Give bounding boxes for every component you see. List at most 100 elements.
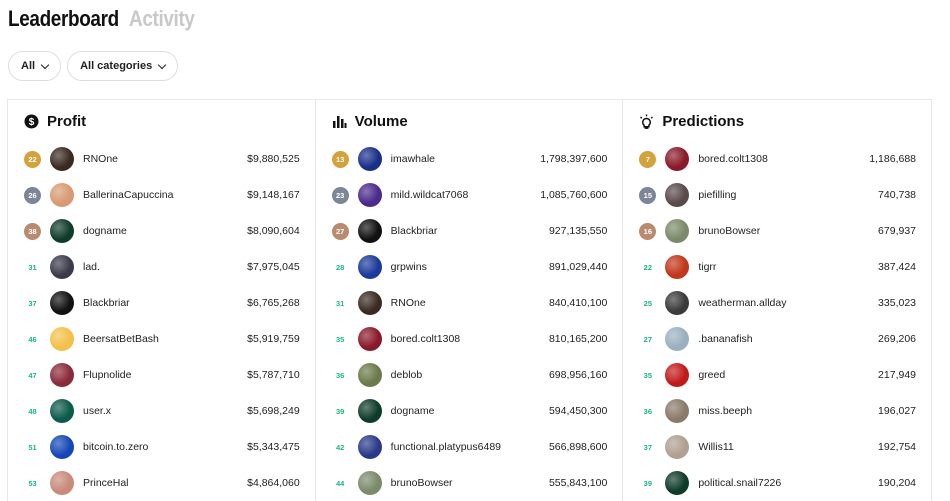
username[interactable]: imawhale xyxy=(391,153,541,165)
leaderboard-row[interactable]: 22 tigrr 387,424 xyxy=(623,249,931,285)
username[interactable]: lad. xyxy=(83,261,247,273)
avatar[interactable] xyxy=(50,147,74,171)
avatar[interactable] xyxy=(665,255,690,279)
rank-badge: 16 xyxy=(639,222,657,240)
username[interactable]: bored.colt1308 xyxy=(391,333,549,345)
avatar[interactable] xyxy=(357,399,382,423)
username[interactable]: RNOne xyxy=(391,297,549,309)
avatar[interactable] xyxy=(357,363,382,387)
leaderboard-row[interactable]: 22 RNOne $9,880,525 xyxy=(8,141,315,177)
username[interactable]: weatherman.allday xyxy=(698,297,878,309)
username[interactable]: Blackbriar xyxy=(391,225,549,237)
leaderboard-row[interactable]: 26 BallerinaCapuccina $9,148,167 xyxy=(8,177,315,213)
period-dropdown[interactable]: All xyxy=(8,51,62,81)
avatar[interactable] xyxy=(357,183,382,207)
username[interactable]: tigrr xyxy=(698,261,878,273)
leaderboard-row[interactable]: 51 bitcoin.to.zero $5,343,475 xyxy=(8,429,315,465)
avatar[interactable] xyxy=(50,471,74,495)
username[interactable]: RNOne xyxy=(83,153,247,165)
leaderboard-row[interactable]: 36 deblob 698,956,160 xyxy=(316,357,623,393)
username[interactable]: bored.colt1308 xyxy=(698,153,869,165)
avatar[interactable] xyxy=(50,435,74,459)
leaderboard-row[interactable]: 48 user.x $5,698,249 xyxy=(8,393,315,429)
avatar[interactable] xyxy=(50,219,74,243)
leaderboard-row[interactable]: 35 bored.colt1308 810,165,200 xyxy=(316,321,623,357)
avatar[interactable] xyxy=(665,147,690,171)
tab-activity[interactable]: Activity xyxy=(129,6,195,32)
username[interactable]: PrinceHal xyxy=(83,477,247,489)
leaderboard-row[interactable]: 39 political.snail7226 190,204 xyxy=(623,465,931,501)
username[interactable]: Willis11 xyxy=(698,441,878,453)
leaderboard-row[interactable]: 31 RNOne 840,410,100 xyxy=(316,285,623,321)
username[interactable]: brunoBowser xyxy=(391,477,549,489)
rank-badge: 47 xyxy=(28,370,37,380)
leaderboard-row[interactable]: 46 BeersatBetBash $5,919,759 xyxy=(8,321,315,357)
leaderboard-row[interactable]: 37 Blackbriar $6,765,268 xyxy=(8,285,315,321)
username[interactable]: piefilling xyxy=(698,189,878,201)
leaderboard-row[interactable]: 53 PrinceHal $4,864,060 xyxy=(8,465,315,501)
leaderboard-row[interactable]: 42 functional.platypus6489 566,898,600 xyxy=(316,429,623,465)
leaderboard-row[interactable]: 31 lad. $7,975,045 xyxy=(8,249,315,285)
username[interactable]: Blackbriar xyxy=(83,297,247,309)
tab-leaderboard[interactable]: Leaderboard xyxy=(8,6,119,32)
username[interactable]: political.snail7226 xyxy=(698,477,878,489)
leaderboard-row[interactable]: 27 .bananafish 269,206 xyxy=(623,321,931,357)
username[interactable]: dogname xyxy=(391,405,549,417)
username[interactable]: miss.beeph xyxy=(698,405,878,417)
avatar[interactable] xyxy=(665,399,690,423)
avatar[interactable] xyxy=(357,255,382,279)
avatar[interactable] xyxy=(357,219,382,243)
username[interactable]: Flupnolide xyxy=(83,369,247,381)
username[interactable]: grpwins xyxy=(391,261,549,273)
avatar[interactable] xyxy=(665,183,690,207)
avatar[interactable] xyxy=(50,291,74,315)
leaderboard-row[interactable]: 25 weatherman.allday 335,023 xyxy=(623,285,931,321)
rank-badge: 7 xyxy=(639,150,657,168)
leaderboard-row[interactable]: 35 greed 217,949 xyxy=(623,357,931,393)
username[interactable]: mild.wildcat7068 xyxy=(391,189,541,201)
avatar[interactable] xyxy=(665,363,690,387)
avatar[interactable] xyxy=(665,219,690,243)
leaderboard-row[interactable]: 7 bored.colt1308 1,186,688 xyxy=(623,141,931,177)
avatar[interactable] xyxy=(50,327,74,351)
leaderboard-row[interactable]: 23 mild.wildcat7068 1,085,760,600 xyxy=(316,177,623,213)
username[interactable]: user.x xyxy=(83,405,247,417)
avatar[interactable] xyxy=(665,435,690,459)
leaderboard-row[interactable]: 13 imawhale 1,798,397,600 xyxy=(316,141,623,177)
username[interactable]: dogname xyxy=(83,225,247,237)
avatar[interactable] xyxy=(50,255,74,279)
stat-value: 387,424 xyxy=(878,261,917,273)
avatar[interactable] xyxy=(665,471,690,495)
rank-badge: 37 xyxy=(28,298,37,308)
avatar[interactable] xyxy=(357,435,382,459)
username[interactable]: BallerinaCapuccina xyxy=(83,189,247,201)
avatar[interactable] xyxy=(357,147,382,171)
avatar[interactable] xyxy=(357,291,382,315)
leaderboard-row[interactable]: 38 dogname $8,090,604 xyxy=(8,213,315,249)
username[interactable]: functional.platypus6489 xyxy=(391,441,549,453)
rank-badge: 36 xyxy=(643,406,653,416)
leaderboard-row[interactable]: 47 Flupnolide $5,787,710 xyxy=(8,357,315,393)
avatar[interactable] xyxy=(50,183,74,207)
avatar[interactable] xyxy=(357,327,382,351)
username[interactable]: bitcoin.to.zero xyxy=(83,441,247,453)
leaderboard-row[interactable]: 36 miss.beeph 196,027 xyxy=(623,393,931,429)
avatar[interactable] xyxy=(665,327,690,351)
leaderboard-row[interactable]: 27 Blackbriar 927,135,550 xyxy=(316,213,623,249)
leaderboard-row[interactable]: 37 Willis11 192,754 xyxy=(623,429,931,465)
username[interactable]: brunoBowser xyxy=(698,225,878,237)
avatar[interactable] xyxy=(665,291,690,315)
username[interactable]: deblob xyxy=(391,369,549,381)
leaderboard-row[interactable]: 39 dogname 594,450,300 xyxy=(316,393,623,429)
leaderboard-row[interactable]: 44 brunoBowser 555,843,100 xyxy=(316,465,623,501)
leaderboard-row[interactable]: 28 grpwins 891,029,440 xyxy=(316,249,623,285)
username[interactable]: .bananafish xyxy=(698,333,878,345)
leaderboard-row[interactable]: 16 brunoBowser 679,937 xyxy=(623,213,931,249)
avatar[interactable] xyxy=(50,399,74,423)
avatar[interactable] xyxy=(50,363,74,387)
username[interactable]: BeersatBetBash xyxy=(83,333,247,345)
category-dropdown[interactable]: All categories xyxy=(67,51,179,81)
leaderboard-row[interactable]: 15 piefilling 740,738 xyxy=(623,177,931,213)
avatar[interactable] xyxy=(357,471,382,495)
username[interactable]: greed xyxy=(698,369,878,381)
